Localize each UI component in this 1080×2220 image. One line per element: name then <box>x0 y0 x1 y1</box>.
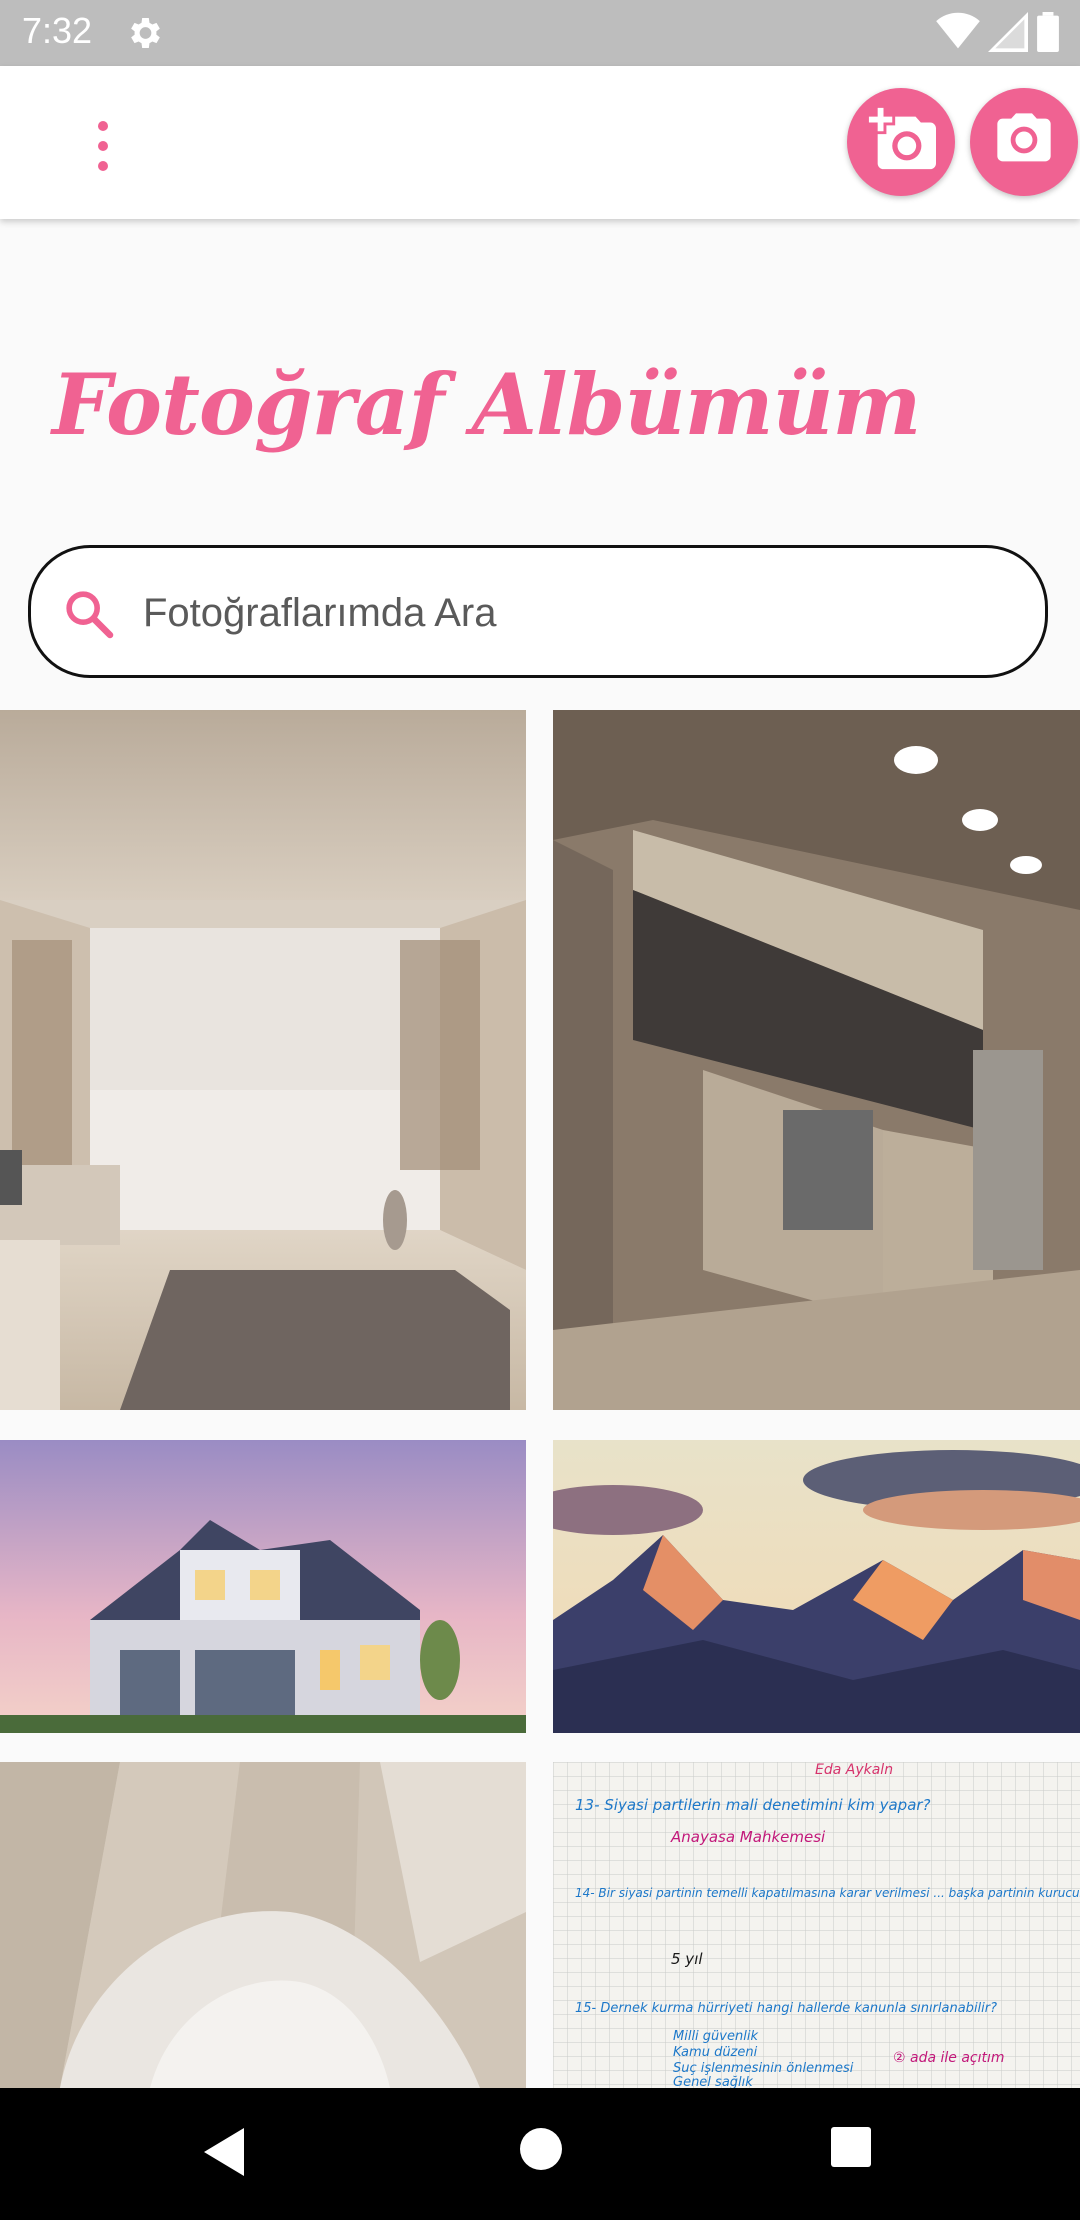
photo-tile-mountains[interactable] <box>553 1440 1080 1733</box>
search-icon <box>61 586 117 642</box>
notes-q13: 13- Siyasi partilerin mali denetimini ki… <box>575 1796 931 1814</box>
status-time: 7:32 <box>22 10 93 51</box>
notes-a15-item-0: Milli güvenlik <box>673 2029 758 2044</box>
photo-tile-handwritten-notes[interactable]: Eda Aykaln 13- Siyasi partilerin mali de… <box>553 1762 1080 2088</box>
status-bar: 7:32 <box>0 0 1080 66</box>
photo-image <box>0 1440 526 1733</box>
notes-name: Eda Aykaln <box>815 1762 893 1778</box>
wifi-icon <box>936 12 980 52</box>
notes-q14: 14- Bir siyasi partinin temelli kapatılm… <box>575 1886 1080 1900</box>
photo-tile-wooden-floor[interactable] <box>0 1762 526 2088</box>
navigation-bar <box>0 2088 1080 2220</box>
more-vert-icon[interactable] <box>82 116 124 176</box>
signal-icon <box>988 12 1028 52</box>
search-bar[interactable] <box>28 545 1048 678</box>
page-title: Fotoğraf Albümüm <box>52 355 921 454</box>
photo-image <box>0 710 526 1410</box>
notes-a14: 5 yıl <box>671 1950 703 1968</box>
notes-q15: 15- Dernek kurma hürriyeti hangi hallerd… <box>575 2001 997 2016</box>
search-input[interactable] <box>141 578 1025 648</box>
back-icon[interactable] <box>200 2124 250 2185</box>
photo-tile-house[interactable] <box>0 1440 526 1733</box>
notes-a15-item-1: Kamu düzeni <box>673 2045 758 2060</box>
photo-tile-living-room[interactable] <box>0 710 526 1410</box>
photo-image <box>0 1762 526 2088</box>
notes-a15-item-3: Genel sağlık <box>673 2075 753 2088</box>
photo-image: Eda Aykaln 13- Siyasi partilerin mali de… <box>553 1762 1080 2088</box>
recents-icon[interactable] <box>830 2126 872 2173</box>
photo-image <box>553 710 1080 1410</box>
photo-tile-kitchen[interactable] <box>553 710 1080 1410</box>
add-photo-button[interactable] <box>847 88 955 196</box>
home-icon[interactable] <box>518 2126 564 2177</box>
add-a-photo-icon <box>866 105 936 180</box>
camera-icon <box>992 108 1056 177</box>
photo-image <box>553 1440 1080 1733</box>
notes-a13: Anayasa Mahkemesi <box>670 1828 826 1846</box>
battery-icon <box>1036 12 1060 52</box>
settings-icon <box>124 13 164 53</box>
app-bar <box>0 66 1080 219</box>
notes-a15-note: ② ada ile açıtım <box>893 2050 1005 2066</box>
camera-button[interactable] <box>970 88 1078 196</box>
notes-a15-item-2: Suç işlenmesinin önlenmesi <box>673 2061 854 2076</box>
